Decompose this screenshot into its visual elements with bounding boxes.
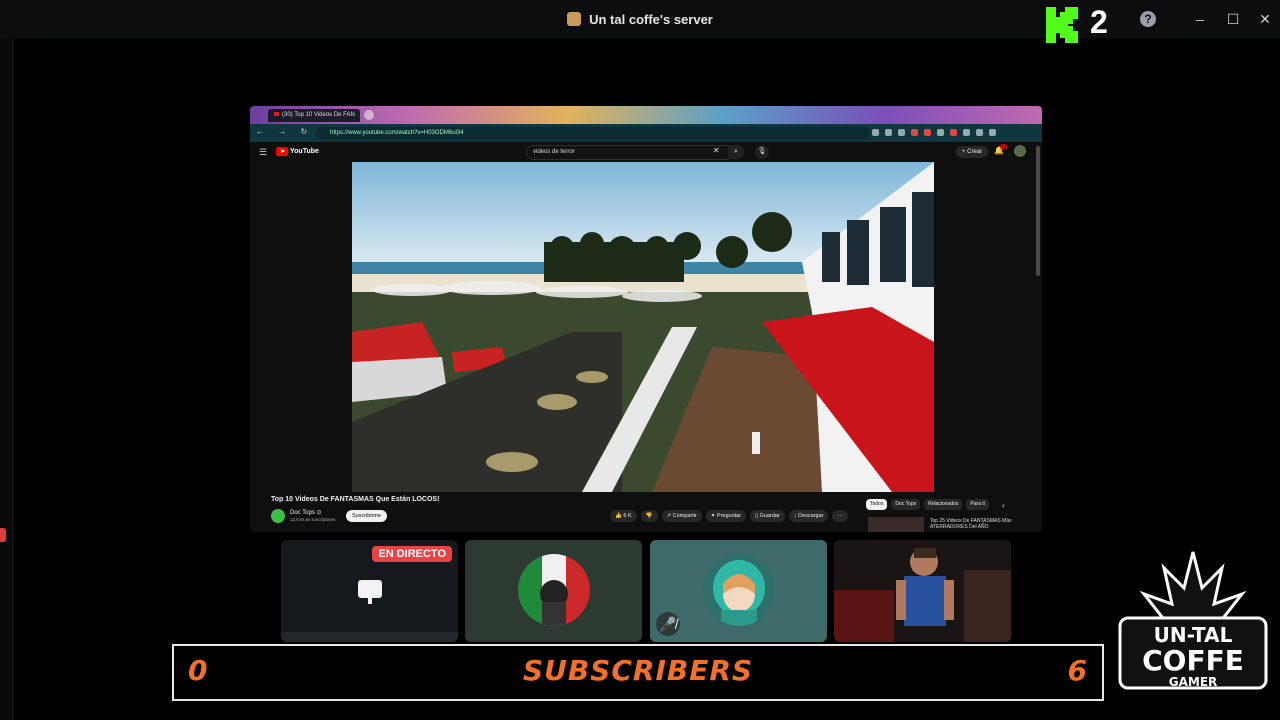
participant-tile-2[interactable] — [465, 540, 642, 642]
like-button[interactable]: 👍 6 K — [610, 510, 637, 522]
chip-related[interactable]: Relacionados — [924, 499, 963, 510]
close-button[interactable]: ✕ — [1256, 10, 1274, 28]
youtube-play-icon — [276, 147, 288, 156]
kick-count: 2 — [1090, 4, 1108, 40]
extension-icon[interactable] — [950, 129, 957, 136]
user-avatar[interactable] — [1014, 145, 1026, 157]
screen-share-view[interactable]: (30) Top 10 Videos De FAN ← → ↻ ⌂ https:… — [250, 106, 1042, 532]
new-tab-icon[interactable] — [364, 110, 374, 120]
help-icon[interactable]: ? — [1140, 11, 1156, 27]
screen-share-icon — [358, 580, 382, 604]
participant-avatar — [518, 554, 590, 626]
participant-tile-3[interactable]: 🎤̸ — [650, 540, 827, 642]
address-bar[interactable]: https://www.youtube.com/watch?v=H03ODM6u… — [316, 127, 870, 139]
dislike-button[interactable]: 👎 — [640, 510, 658, 522]
video-player[interactable] — [352, 162, 934, 492]
channel-name[interactable]: Doc Tops ⊙ — [290, 509, 322, 516]
chip-all[interactable]: Todos — [866, 499, 888, 510]
create-button[interactable]: + Crear — [956, 146, 989, 158]
chevron-right-icon[interactable]: › — [1002, 501, 1005, 510]
video-title: Top 10 Videos De FANTASMAS Que Están LOC… — [271, 496, 440, 503]
subscribe-button[interactable]: Suscribirme — [346, 510, 388, 522]
share-button[interactable]: ↗ Compartir — [661, 510, 702, 522]
related-chips: Todos Doc Tops Relacionados Para ti — [866, 499, 989, 510]
notification-indicator-icon — [0, 528, 6, 542]
participant-tile-webcam[interactable] — [834, 540, 1011, 642]
server-icon — [567, 12, 582, 26]
maximize-button[interactable]: ☐ — [1224, 10, 1242, 28]
webcam-feed — [834, 540, 1011, 642]
youtube-search-input[interactable]: videos de terror — [526, 145, 734, 160]
extension-icon[interactable] — [924, 129, 931, 136]
muted-microphone-icon: 🎤̸ — [656, 612, 680, 636]
left-rail — [0, 38, 13, 720]
extension-icon[interactable] — [976, 129, 983, 136]
youtube-favicon-icon — [274, 112, 279, 117]
youtube-logo[interactable]: YouTube — [276, 147, 319, 156]
subscribers-label: SUBSCRIBERS — [522, 654, 754, 687]
recommended-title[interactable]: Top 25 Videos De FANTASMAS Más ATERRADOR… — [930, 518, 1020, 530]
menu-icon[interactable]: ☰ — [259, 147, 267, 158]
page-scrollbar[interactable] — [1036, 146, 1040, 276]
channel-logo: UN-TAL COFFE GAMER — [1118, 551, 1268, 690]
ask-button[interactable]: ✦ Preguntar — [705, 510, 747, 522]
save-button[interactable]: ▯ Guardar — [750, 510, 785, 522]
subscribers-bar: 0 SUBSCRIBERS 6 — [172, 644, 1104, 701]
browser-tab-strip: (30) Top 10 Videos De FAN — [250, 106, 1042, 124]
stream-preview-bar — [281, 632, 458, 642]
extension-icon[interactable] — [911, 129, 918, 136]
extension-icon[interactable] — [898, 129, 905, 136]
extension-icon[interactable] — [989, 129, 996, 136]
subscribers-goal-count: 6 — [1067, 654, 1088, 687]
extension-icon[interactable] — [885, 129, 892, 136]
extension-icon[interactable] — [937, 129, 944, 136]
minimize-button[interactable]: – — [1191, 10, 1209, 28]
recommended-thumbnail[interactable] — [868, 517, 924, 532]
download-button[interactable]: ↓ Descargar — [788, 510, 829, 522]
more-actions-button[interactable]: ··· — [832, 510, 848, 522]
window-title-group: Un tal coffe's server — [567, 12, 713, 27]
browser-tab[interactable]: (30) Top 10 Videos De FAN — [268, 109, 360, 122]
microphone-icon[interactable]: 🎙 — [755, 145, 769, 159]
extension-icons — [872, 129, 1032, 137]
logo-line-3: GAMER — [1169, 675, 1218, 689]
browser-tab-title: (30) Top 10 Videos De FAN — [282, 112, 355, 118]
extension-icon[interactable] — [963, 129, 970, 136]
channel-avatar[interactable] — [271, 509, 285, 523]
window-title: Un tal coffe's server — [589, 11, 713, 27]
channel-subscribers: 12,6 M de suscriptores — [290, 517, 336, 522]
youtube-logo-text: YouTube — [290, 148, 319, 155]
extension-icon[interactable] — [872, 129, 879, 136]
notification-badge — [1000, 144, 1007, 149]
browser-toolbar: ← → ↻ ⌂ https://www.youtube.com/watch?v=… — [250, 124, 1042, 142]
clear-search-icon[interactable]: ✕ — [713, 146, 720, 155]
chip-channel[interactable]: Doc Tops — [891, 499, 921, 510]
search-icon[interactable]: ⌕ — [728, 145, 744, 159]
kick-logo-icon — [1046, 7, 1078, 43]
window-titlebar: Un tal coffe's server — [0, 0, 1280, 38]
live-badge: EN DIRECTO — [372, 546, 452, 562]
logo-line-2: COFFE — [1142, 644, 1244, 677]
chip-for-you[interactable]: Para ti — [966, 499, 989, 510]
participant-tile-stream[interactable]: EN DIRECTO — [281, 540, 458, 642]
video-actions: 👍 6 K 👎 ↗ Compartir ✦ Preguntar ▯ Guarda… — [610, 510, 848, 522]
youtube-header: ☰ YouTube videos de terror ✕ ⌕ 🎙 + Crear… — [250, 142, 1042, 162]
participant-avatar — [703, 554, 775, 626]
